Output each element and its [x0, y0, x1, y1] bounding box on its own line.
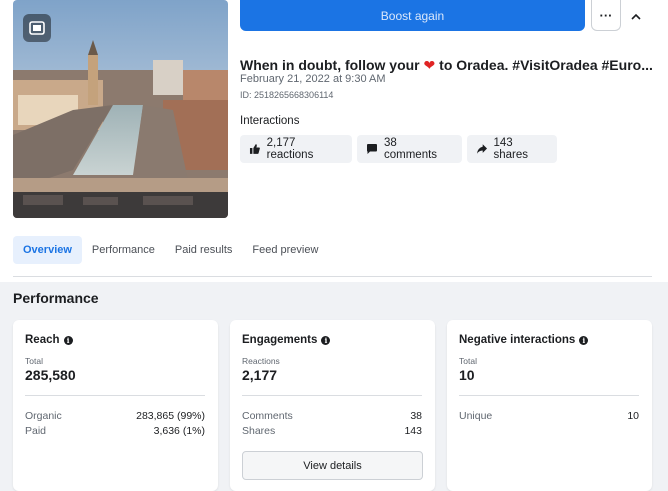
- interactions-label: Interactions: [240, 115, 300, 127]
- reach-title-text: Reach: [25, 334, 60, 346]
- reach-title: Reach i: [25, 334, 73, 346]
- reach-organic-row: Organic 283,865 (99%): [25, 410, 205, 422]
- engagements-title-text: Engagements: [242, 334, 318, 346]
- more-options-button[interactable]: ···: [591, 0, 621, 31]
- engagements-title: Engagements i: [242, 334, 331, 346]
- negative-title: Negative interactions i: [459, 334, 589, 346]
- post-id: ID: 2518265668306114: [240, 90, 334, 100]
- engagements-comments-row: Comments 38: [242, 410, 422, 422]
- post-thumbnail[interactable]: [13, 0, 228, 218]
- share-icon: [476, 144, 488, 154]
- negative-sub-label: Total: [459, 356, 477, 366]
- shares-chip[interactable]: 143 shares: [467, 135, 557, 163]
- post-title-end: to Oradea. #VisitOradea #Euro...: [439, 57, 653, 73]
- thumbs-up-icon: [249, 144, 260, 154]
- info-icon[interactable]: i: [579, 335, 589, 345]
- post-date: February 21, 2022 at 9:30 AM: [240, 73, 386, 85]
- info-icon[interactable]: i: [321, 335, 331, 345]
- engagements-sub-label: Reactions: [242, 356, 280, 366]
- reach-card: Reach i Total 285,580 Organic 283,865 (9…: [13, 320, 218, 491]
- view-details-button[interactable]: View details: [242, 451, 423, 480]
- row-label: Paid: [25, 425, 47, 437]
- shares-count: 143 shares: [493, 137, 529, 161]
- row-value: 143: [404, 425, 422, 437]
- photo-icon: [23, 14, 51, 42]
- tab-divider: [13, 276, 652, 277]
- performance-heading: Performance: [13, 290, 99, 306]
- boost-again-button[interactable]: Boost again: [240, 0, 585, 31]
- info-icon[interactable]: i: [63, 335, 73, 345]
- negative-unique-row: Unique 10: [459, 410, 639, 422]
- row-label: Shares: [242, 425, 276, 437]
- card-divider: [25, 395, 205, 396]
- tab-performance[interactable]: Performance: [82, 236, 165, 264]
- negative-total: 10: [459, 367, 475, 383]
- reach-total: 285,580: [25, 367, 76, 383]
- reach-paid-row: Paid 3,636 (1%): [25, 425, 205, 437]
- tab-feed-preview[interactable]: Feed preview: [242, 236, 328, 264]
- card-divider: [459, 395, 639, 396]
- tab-bar: Overview Performance Paid results Feed p…: [13, 236, 328, 264]
- heart-icon: ❤: [423, 57, 436, 73]
- comment-icon: [367, 144, 377, 154]
- row-value: 10: [627, 410, 639, 422]
- post-title-start: When in doubt, follow your: [240, 57, 420, 73]
- row-label: Organic: [25, 410, 62, 422]
- row-value: 38: [410, 410, 422, 422]
- row-label: Unique: [459, 410, 493, 422]
- row-value: 3,636 (1%): [153, 425, 205, 437]
- negative-interactions-card: Negative interactions i Total 10 Unique …: [447, 320, 652, 491]
- engagements-card: Engagements i Reactions 2,177 Comments 3…: [230, 320, 435, 491]
- tab-paid-results[interactable]: Paid results: [165, 236, 242, 264]
- engagements-total: 2,177: [242, 367, 278, 383]
- row-value: 283,865 (99%): [136, 410, 205, 422]
- tab-overview[interactable]: Overview: [13, 236, 82, 264]
- card-divider: [242, 395, 422, 396]
- reach-sub-label: Total: [25, 356, 43, 366]
- reactions-chip[interactable]: 2,177 reactions: [240, 135, 352, 163]
- negative-title-text: Negative interactions: [459, 334, 576, 346]
- comments-count: 38 comments: [384, 137, 438, 161]
- row-label: Comments: [242, 410, 293, 422]
- comments-chip[interactable]: 38 comments: [357, 135, 462, 163]
- engagements-shares-row: Shares 143: [242, 425, 422, 437]
- post-title: When in doubt, follow your ❤ to Oradea. …: [240, 57, 660, 74]
- post-header-panel: Boost again ··· When in doubt, follow yo…: [0, 0, 668, 282]
- reactions-count: 2,177 reactions: [266, 137, 314, 161]
- close-icon[interactable]: [626, 7, 646, 27]
